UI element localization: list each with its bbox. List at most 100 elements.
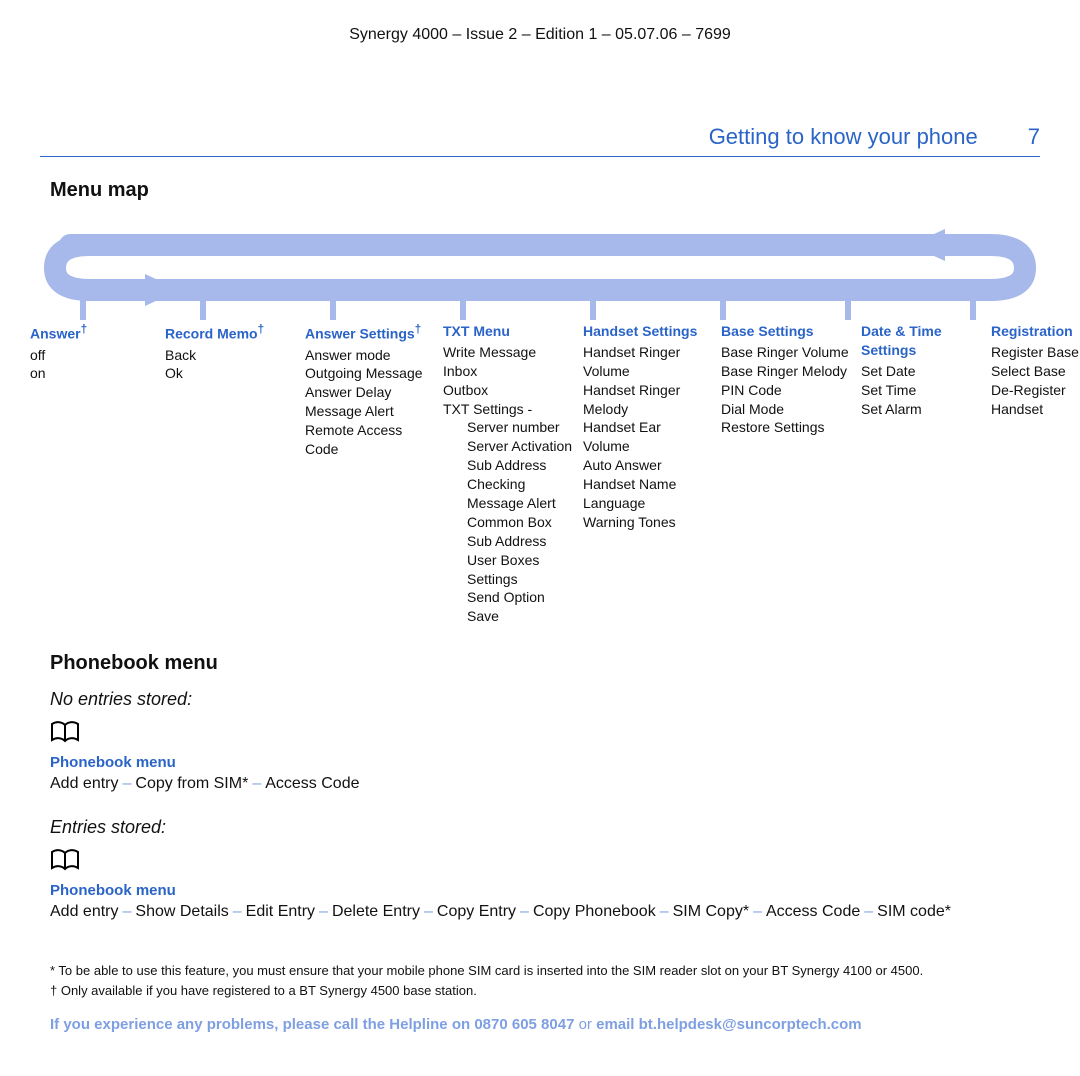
document-id: Synergy 4000 – Issue 2 – Edition 1 – 05.… xyxy=(40,26,1040,44)
menu-map-title: Menu map xyxy=(50,179,1040,202)
separator: – xyxy=(749,903,766,920)
col-head-text: Answer Settings xyxy=(305,326,415,342)
helpline-phone: 0870 605 8047 xyxy=(474,1016,574,1033)
menu-item: Set Time xyxy=(861,381,981,400)
col-answer-settings: Answer Settings† Answer mode Outgoing Me… xyxy=(305,322,433,459)
col-record-memo: Record Memo† Back Ok xyxy=(165,322,295,383)
menu-item: Inbox xyxy=(443,362,573,381)
menu-item: Handset Ear Volume xyxy=(583,418,711,456)
col-head-answer: Answer† xyxy=(30,322,155,344)
menu-item: Set Date xyxy=(861,362,981,381)
col-answer: Answer† off on xyxy=(30,322,155,383)
separator: – xyxy=(248,775,265,792)
separator: – xyxy=(315,903,332,920)
col-head-handset: Handset Settings xyxy=(583,322,711,341)
phonebook-menu-label: Phonebook menu xyxy=(50,754,1040,771)
menu-item: Language xyxy=(583,494,711,513)
menu-subitem: Server number xyxy=(467,418,573,437)
menu-item: off xyxy=(30,346,155,365)
open-book-icon xyxy=(50,720,1040,744)
phonebook-state-some: Entries stored: xyxy=(50,817,1040,838)
separator: – xyxy=(516,903,533,920)
separator: – xyxy=(656,903,673,920)
separator: – xyxy=(420,903,437,920)
pb-item: Add entry xyxy=(50,775,118,792)
col-head-registration: Registration xyxy=(991,322,1080,341)
menu-item: on xyxy=(30,364,155,383)
menu-item: Select Base xyxy=(991,362,1080,381)
menu-item: Dial Mode xyxy=(721,400,851,419)
open-book-icon xyxy=(50,848,1040,872)
col-handset-settings: Handset Settings Handset Ringer Volume H… xyxy=(583,322,711,532)
menu-item: PIN Code xyxy=(721,381,851,400)
col-registration: Registration Register Base Select Base D… xyxy=(991,322,1080,418)
separator: – xyxy=(229,903,246,920)
pb-item: Show Details xyxy=(135,903,228,920)
section-title: Getting to know your phone xyxy=(709,124,978,150)
menu-item: Outbox xyxy=(443,381,573,400)
menu-item: Base Ringer Melody xyxy=(721,362,851,381)
menu-item: Register Base xyxy=(991,343,1080,362)
footnotes: * To be able to use this feature, you mu… xyxy=(50,961,1040,1000)
col-date-time: Date & Time Settings Set Date Set Time S… xyxy=(861,322,981,418)
menu-item: Back xyxy=(165,346,295,365)
footnote-dagger: † Only available if you have registered … xyxy=(50,981,1040,1001)
phonebook-none-line: Add entry–Copy from SIM*–Access Code xyxy=(50,775,1040,793)
pb-item: Copy Entry xyxy=(437,903,516,920)
page-header: Getting to know your phone 7 xyxy=(40,124,1040,150)
separator: – xyxy=(118,775,135,792)
menu-item: Auto Answer xyxy=(583,456,711,475)
menu-item: Handset Ringer Melody xyxy=(583,381,711,419)
menu-subitem: Message Alert xyxy=(467,494,573,513)
menu-subitem: Server Activation xyxy=(467,437,573,456)
menu-item: Write Message xyxy=(443,343,573,362)
helpline-pre: If you experience any problems, please c… xyxy=(50,1016,474,1033)
dagger: † xyxy=(258,323,264,336)
helpline-email-word: email xyxy=(596,1016,639,1033)
menu-item: Message Alert xyxy=(305,402,433,421)
menu-item: De-Register Handset xyxy=(991,381,1080,419)
menu-item: Ok xyxy=(165,364,295,383)
dagger: † xyxy=(81,323,87,336)
menu-subitem: User Boxes Settings xyxy=(467,551,573,589)
menu-columns: Answer† off on Record Memo† Back Ok Answ… xyxy=(40,322,1040,626)
col-head-datetime: Date & Time Settings xyxy=(861,322,981,360)
col-head-txt-menu: TXT Menu xyxy=(443,322,573,341)
phonebook-state-none: No entries stored: xyxy=(50,689,1040,710)
col-base-settings: Base Settings Base Ringer Volume Base Ri… xyxy=(721,322,851,437)
helpline-email: bt.helpdesk@suncorptech.com xyxy=(639,1016,862,1033)
menu-subitem: Sub Address Checking xyxy=(467,456,573,494)
menu-item: Outgoing Message xyxy=(305,364,433,383)
menu-item: Answer mode xyxy=(305,346,433,365)
pb-item: SIM Copy* xyxy=(673,903,749,920)
pb-item: Copy from SIM* xyxy=(135,775,248,792)
footnote-star: * To be able to use this feature, you mu… xyxy=(50,961,1040,981)
menu-item: Remote Access Code xyxy=(305,421,433,459)
pb-item: Delete Entry xyxy=(332,903,420,920)
dagger: † xyxy=(415,323,421,336)
col-head-record-memo: Record Memo† xyxy=(165,322,295,344)
menu-subitem: Common Box Sub Address xyxy=(467,513,573,551)
phonebook-title: Phonebook menu xyxy=(50,652,1040,675)
menu-item: Handset Name xyxy=(583,475,711,494)
pb-item: Access Code xyxy=(766,903,860,920)
menu-item: Base Ringer Volume xyxy=(721,343,851,362)
pb-item: Access Code xyxy=(265,775,359,792)
pb-item: Edit Entry xyxy=(246,903,315,920)
phonebook-some-line: Add entry–Show Details–Edit Entry–Delete… xyxy=(50,903,1040,921)
col-head-base: Base Settings xyxy=(721,322,851,341)
header-rule xyxy=(40,156,1040,157)
phonebook-section: Phonebook menu No entries stored: Phoneb… xyxy=(50,652,1040,921)
col-head-text: Answer xyxy=(30,326,81,342)
col-head-answer-settings: Answer Settings† xyxy=(305,322,433,344)
menu-map-arrow-diagram xyxy=(40,210,1040,330)
phonebook-menu-label: Phonebook menu xyxy=(50,882,1040,899)
helpline-mid: or xyxy=(574,1016,596,1033)
menu-item: Set Alarm xyxy=(861,400,981,419)
separator: – xyxy=(118,903,135,920)
menu-item: Handset Ringer Volume xyxy=(583,343,711,381)
page-number: 7 xyxy=(1028,124,1040,150)
col-txt-menu: TXT Menu Write Message Inbox Outbox TXT … xyxy=(443,322,573,626)
separator: – xyxy=(860,903,877,920)
pb-item: Add entry xyxy=(50,903,118,920)
